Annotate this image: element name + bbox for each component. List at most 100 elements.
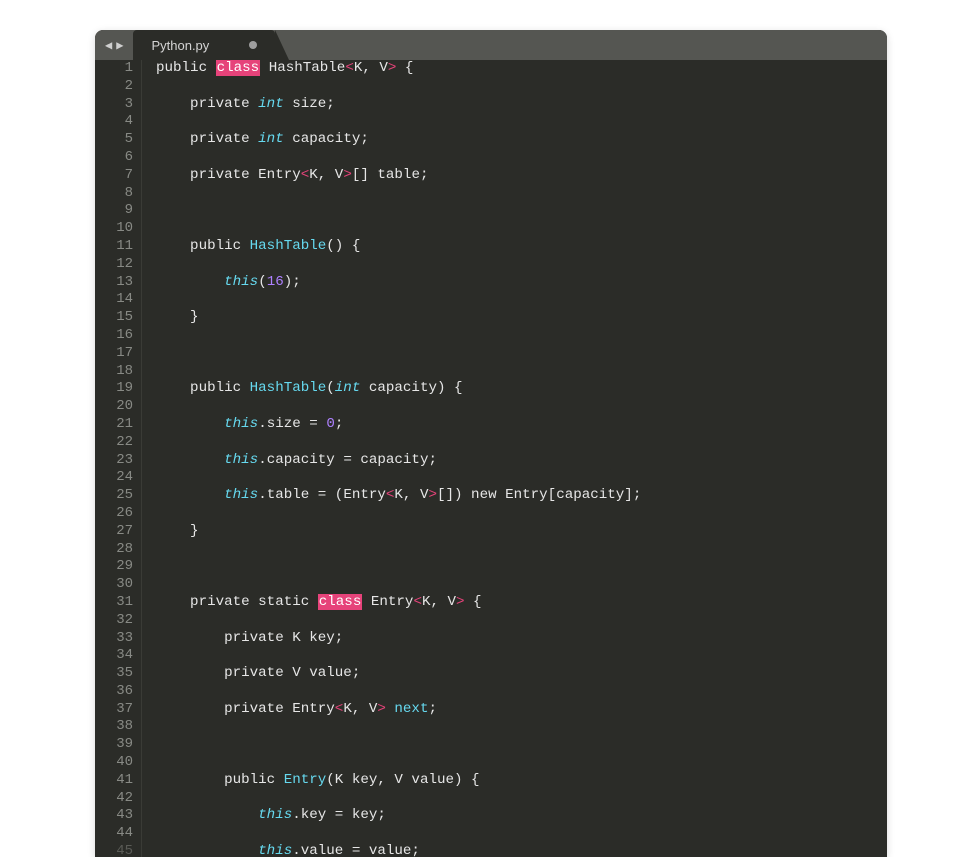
code-token: .table = (Entry	[258, 487, 386, 503]
code-line: public class HashTable<K, V> {	[156, 60, 887, 78]
dirty-indicator-icon	[249, 41, 257, 49]
line-number-gutter: 1234567891011121314151617181920212223242…	[95, 60, 141, 857]
line-number: 20	[95, 398, 141, 416]
code-line: private V value;	[156, 665, 887, 683]
code-area[interactable]: public class HashTable<K, V> { private i…	[141, 60, 887, 857]
line-number: 28	[95, 541, 141, 559]
code-line	[156, 78, 887, 96]
tab-filename: Python.py	[151, 38, 209, 53]
code-token: public	[156, 238, 250, 254]
line-number: 14	[95, 291, 141, 309]
code-token	[156, 452, 224, 468]
editor-body: 1234567891011121314151617181920212223242…	[95, 60, 887, 857]
code-line: this.table = (Entry<K, V>[]) new Entry[c…	[156, 487, 887, 505]
code-token: class	[318, 594, 363, 610]
code-token: .size =	[258, 416, 326, 432]
code-line: this.size = 0;	[156, 416, 887, 434]
tab-bar: ◀ ▶ Python.py	[95, 30, 887, 60]
code-token: (	[326, 380, 335, 396]
nav-back-icon[interactable]: ◀	[105, 38, 112, 53]
code-token: ;	[335, 416, 344, 432]
code-token: (	[258, 274, 267, 290]
code-token: private K key;	[156, 630, 343, 646]
code-token: this	[224, 274, 258, 290]
code-line: public HashTable() {	[156, 238, 887, 256]
code-token: this	[258, 843, 292, 857]
line-number: 25	[95, 487, 141, 505]
line-number: 18	[95, 363, 141, 381]
code-line	[156, 612, 887, 630]
code-token: () {	[326, 238, 360, 254]
code-token: this	[224, 452, 258, 468]
code-token: <	[413, 594, 422, 610]
nav-forward-icon[interactable]: ▶	[116, 38, 123, 53]
code-line: this.capacity = capacity;	[156, 452, 887, 470]
editor-window: ◀ ▶ Python.py 12345678910111213141516171…	[95, 30, 887, 857]
code-line: private int capacity;	[156, 131, 887, 149]
code-token: public	[156, 772, 284, 788]
line-number: 22	[95, 434, 141, 452]
code-token: }	[156, 309, 199, 325]
code-line	[156, 469, 887, 487]
line-number: 41	[95, 772, 141, 790]
line-number: 9	[95, 202, 141, 220]
code-token: [] table;	[352, 167, 429, 183]
line-number: 33	[95, 630, 141, 648]
code-line	[156, 291, 887, 309]
code-token	[156, 807, 258, 823]
line-number: 35	[95, 665, 141, 683]
line-number: 5	[95, 131, 141, 149]
line-number: 42	[95, 790, 141, 808]
code-line: this.key = key;	[156, 807, 887, 825]
line-number: 3	[95, 96, 141, 114]
code-line	[156, 718, 887, 736]
code-line: public Entry(K key, V value) {	[156, 772, 887, 790]
code-token: this	[224, 487, 258, 503]
code-line	[156, 505, 887, 523]
line-number: 24	[95, 469, 141, 487]
code-token: 0	[326, 416, 335, 432]
code-line: private int size;	[156, 96, 887, 114]
line-number: 10	[95, 220, 141, 238]
line-number: 38	[95, 718, 141, 736]
code-token: capacity;	[284, 131, 369, 147]
code-token: <	[301, 167, 310, 183]
line-number: 7	[95, 167, 141, 185]
code-token: {	[465, 594, 482, 610]
code-token: );	[284, 274, 301, 290]
code-line	[156, 558, 887, 576]
line-number: 11	[95, 238, 141, 256]
code-token: }	[156, 523, 199, 539]
line-number: 4	[95, 113, 141, 131]
code-line	[156, 647, 887, 665]
line-number: 6	[95, 149, 141, 167]
code-token: private	[156, 96, 258, 112]
code-token: HashTable	[260, 60, 345, 76]
code-line	[156, 825, 887, 843]
code-token: .value = value;	[292, 843, 420, 857]
code-token: private static	[156, 594, 318, 610]
code-line: }	[156, 523, 887, 541]
line-number: 39	[95, 736, 141, 754]
code-line	[156, 736, 887, 754]
line-number: 23	[95, 452, 141, 470]
code-line: private Entry<K, V> next;	[156, 701, 887, 719]
line-number: 27	[95, 523, 141, 541]
code-token: public	[156, 60, 216, 76]
code-token: >	[456, 594, 465, 610]
code-line	[156, 683, 887, 701]
code-token: Entry	[284, 772, 327, 788]
code-line	[156, 434, 887, 452]
line-number: 15	[95, 309, 141, 327]
code-line	[156, 220, 887, 238]
file-tab[interactable]: Python.py	[133, 30, 275, 60]
code-token: size;	[284, 96, 335, 112]
line-number: 40	[95, 754, 141, 772]
code-token: {	[396, 60, 413, 76]
code-line: public HashTable(int capacity) {	[156, 380, 887, 398]
line-number: 16	[95, 327, 141, 345]
code-line: private Entry<K, V>[] table;	[156, 167, 887, 185]
code-token: public	[156, 380, 250, 396]
code-token: <	[345, 60, 354, 76]
code-token: this	[258, 807, 292, 823]
